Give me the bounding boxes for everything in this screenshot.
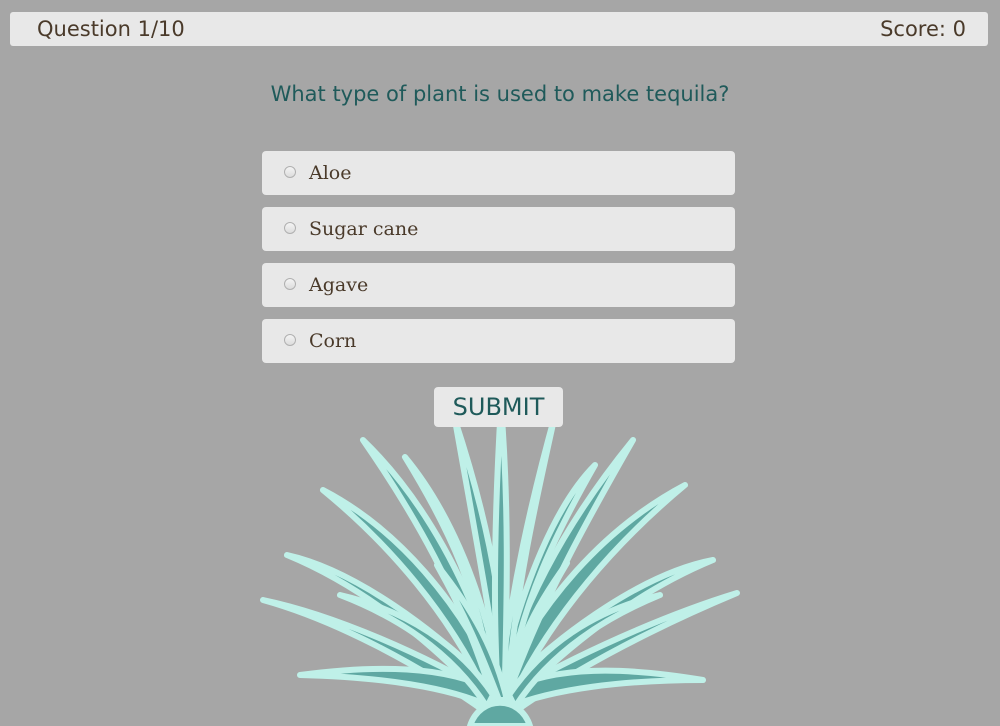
answer-option-agave[interactable]: Agave (262, 263, 735, 307)
radio-button[interactable] (284, 166, 296, 178)
radio-button[interactable] (284, 222, 296, 234)
answer-option-corn[interactable]: Corn (262, 319, 735, 363)
radio-button[interactable] (284, 278, 296, 290)
submit-button[interactable]: SUBMIT (434, 387, 563, 427)
quiz-header: Question 1/10 Score: 0 (10, 12, 988, 46)
radio-button[interactable] (284, 334, 296, 346)
answer-option-sugar-cane[interactable]: Sugar cane (262, 207, 735, 251)
answer-option-label: Corn (309, 330, 357, 352)
agave-plant-icon (260, 402, 740, 726)
score-display: Score: 0 (880, 17, 966, 41)
answer-option-label: Aloe (309, 162, 352, 184)
question-counter: Question 1/10 (37, 17, 185, 41)
answer-option-aloe[interactable]: Aloe (262, 151, 735, 195)
question-text: What type of plant is used to make tequi… (270, 82, 730, 106)
answer-options: Aloe Sugar cane Agave Corn (262, 151, 735, 375)
answer-option-label: Agave (309, 274, 369, 296)
answer-option-label: Sugar cane (309, 218, 419, 240)
